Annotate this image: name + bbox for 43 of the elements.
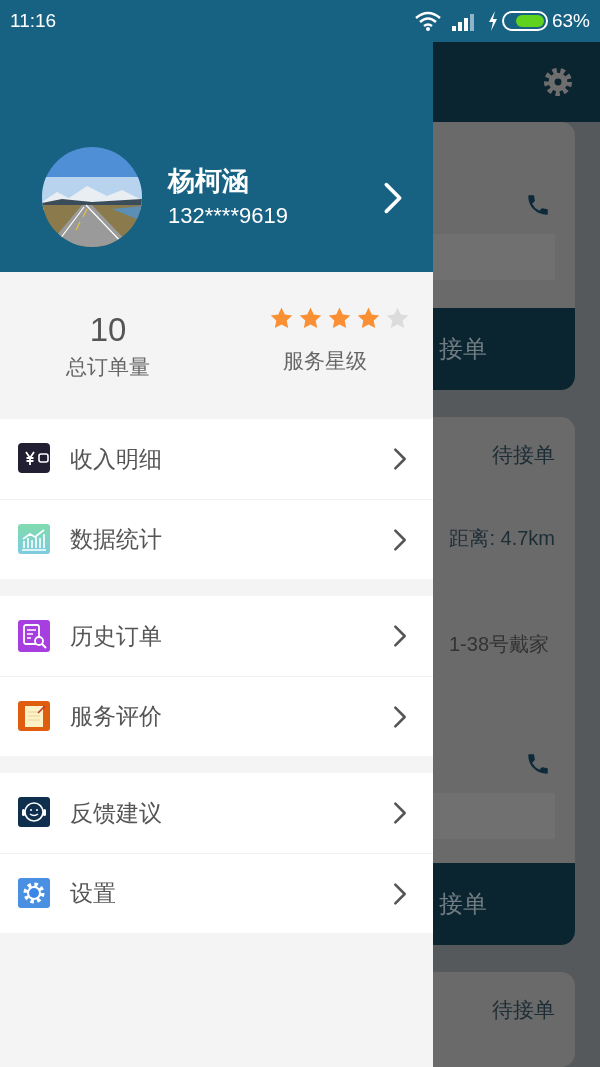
rating-label: 服务星级 xyxy=(282,348,367,375)
chevron-right-icon xyxy=(393,704,407,729)
order-status: 待接单 xyxy=(492,997,555,1023)
chevron-right-icon xyxy=(393,881,407,906)
menu-item-label: 收入明细 xyxy=(70,444,163,474)
wifi-icon xyxy=(413,10,442,32)
order-count: 10 xyxy=(89,312,127,348)
menu-item-label: 历史订单 xyxy=(70,621,163,651)
order-count-label: 总订单量 xyxy=(66,354,150,381)
settings-icon xyxy=(18,877,50,910)
menu-item[interactable]: 历史订单 xyxy=(0,596,433,676)
menu-item[interactable]: 设置 xyxy=(0,853,433,933)
charging-icon xyxy=(487,11,498,31)
menu-item-label: 设置 xyxy=(70,879,117,909)
status-time: 11:16 xyxy=(10,8,57,33)
accept-order-label: 接单 xyxy=(439,889,487,920)
phone-number: 132****9619 xyxy=(168,202,289,230)
headset-icon xyxy=(18,797,50,829)
chevron-right-icon xyxy=(393,447,407,471)
chevron-right-icon xyxy=(393,624,407,648)
user-name: 杨柯涵 xyxy=(168,164,250,198)
battery-percent: 63% xyxy=(551,8,590,33)
phone-icon xyxy=(525,192,551,218)
accept-order-label: 接单 xyxy=(439,334,487,365)
menu-item-label: 反馈建议 xyxy=(70,798,163,828)
chevron-right-icon xyxy=(383,181,403,215)
menu-item-label: 服务评价 xyxy=(70,702,163,732)
order-distance: 距离: 4.7km xyxy=(449,525,555,551)
order-status: 待接单 xyxy=(492,442,555,468)
menu-item[interactable]: 数据统计 xyxy=(0,499,433,579)
chevron-right-icon xyxy=(393,801,407,825)
profile-header[interactable]: 杨柯涵 132****9619 xyxy=(0,42,433,272)
menu-item-label: 数据统计 xyxy=(70,525,163,555)
wallet-icon xyxy=(18,443,50,475)
menu-item[interactable]: 反馈建议 xyxy=(0,773,433,853)
menu-item[interactable]: 收入明细 xyxy=(0,419,433,499)
battery-icon xyxy=(501,11,548,31)
notepad-icon xyxy=(18,700,50,733)
chart-icon xyxy=(18,523,50,556)
document-search-icon xyxy=(18,620,50,652)
menu-item[interactable]: 服务评价 xyxy=(0,676,433,756)
settings-icon xyxy=(542,66,574,98)
chevron-right-icon xyxy=(393,527,407,552)
